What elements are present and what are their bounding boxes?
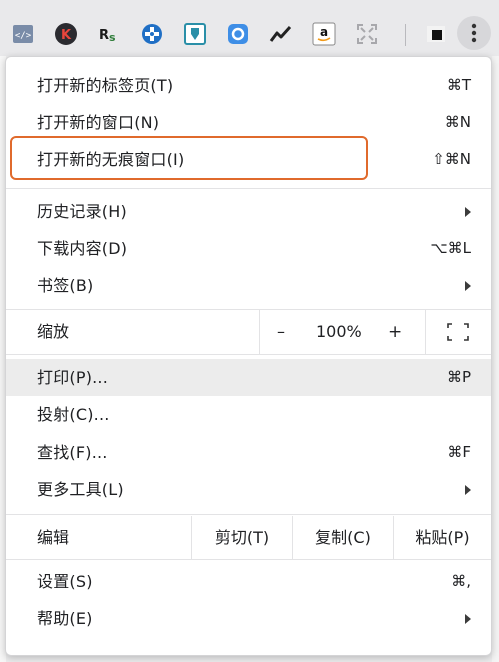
code-extension-icon[interactable]: </> bbox=[11, 22, 35, 46]
menu-item-shortcut: ⇧⌘N bbox=[432, 150, 471, 168]
menu-item-history[interactable]: 历史记录(H) bbox=[6, 193, 491, 230]
expand-extension-icon[interactable] bbox=[355, 22, 379, 46]
menu-item-label: 打印(P)... bbox=[37, 368, 108, 387]
menu-item-print[interactable]: 打印(P)... ⌘P bbox=[6, 359, 491, 396]
menu-item-label: 帮助(E) bbox=[37, 609, 93, 628]
menu-item-more-tools[interactable]: 更多工具(L) bbox=[6, 471, 491, 508]
menu-item-label: 下载内容(D) bbox=[37, 239, 128, 258]
submenu-arrow-icon bbox=[465, 281, 471, 291]
svg-text:K: K bbox=[61, 28, 72, 43]
menu-item-cast[interactable]: 投射(C)... bbox=[6, 396, 491, 433]
square-extension-icon[interactable] bbox=[425, 22, 449, 46]
menu-divider bbox=[6, 188, 491, 189]
menu-item-help[interactable]: 帮助(E) bbox=[6, 600, 491, 637]
amazon-extension-icon[interactable]: a bbox=[312, 22, 336, 46]
browser-window: </> K Rs a 打开新的标签页(T) ⌘T 打开新的窗口(N) ⌘N 打开… bbox=[0, 0, 499, 662]
extensions-toolbar: </> K Rs a bbox=[0, 0, 499, 56]
menu-item-new-tab[interactable]: 打开新的标签页(T) ⌘T bbox=[6, 67, 491, 104]
menu-item-bookmarks[interactable]: 书签(B) bbox=[6, 267, 491, 304]
menu-item-shortcut: ⌘, bbox=[451, 572, 471, 590]
cut-button[interactable]: 剪切(T) bbox=[191, 516, 292, 559]
rs-extension-icon[interactable]: Rs bbox=[97, 22, 121, 46]
menu-item-shortcut: ⌥⌘L bbox=[430, 239, 471, 257]
svg-text:</>: </> bbox=[15, 31, 32, 41]
menu-item-find[interactable]: 查找(F)... ⌘F bbox=[6, 434, 491, 471]
edit-label: 编辑 bbox=[37, 528, 70, 547]
menu-item-label: 打开新的标签页(T) bbox=[37, 76, 174, 95]
menu-divider bbox=[6, 354, 491, 355]
zoom-label: 缩放 bbox=[37, 322, 70, 341]
blue-cross-extension-icon[interactable] bbox=[140, 22, 164, 46]
menu-item-shortcut: ⌘F bbox=[447, 443, 471, 461]
page-background-right bbox=[492, 56, 499, 662]
zoom-out-button[interactable]: – bbox=[277, 310, 285, 354]
menu-item-downloads[interactable]: 下载内容(D) ⌥⌘L bbox=[6, 230, 491, 267]
annotation-highlight-box bbox=[10, 136, 368, 180]
menu-item-label: 历史记录(H) bbox=[37, 202, 127, 221]
edit-row: 编辑 剪切(T) 复制(C) 粘贴(P) bbox=[6, 516, 491, 559]
menu-item-label: 书签(B) bbox=[37, 276, 94, 295]
copy-button[interactable]: 复制(C) bbox=[292, 516, 393, 559]
fullscreen-icon bbox=[447, 323, 469, 341]
svg-text:a: a bbox=[320, 25, 328, 39]
menu-divider bbox=[6, 559, 491, 560]
submenu-arrow-icon bbox=[465, 485, 471, 495]
more-menu-icon[interactable] bbox=[457, 16, 491, 50]
submenu-arrow-icon bbox=[465, 614, 471, 624]
zoom-in-button[interactable]: + bbox=[388, 310, 402, 354]
menu-divider bbox=[6, 514, 491, 515]
menu-item-shortcut: ⌘N bbox=[444, 113, 471, 131]
zoom-row: 缩放 – 100% + bbox=[6, 310, 491, 354]
submenu-arrow-icon bbox=[465, 207, 471, 217]
trend-extension-icon[interactable] bbox=[269, 22, 293, 46]
k-extension-icon[interactable]: K bbox=[54, 22, 78, 46]
menu-item-label: 更多工具(L) bbox=[37, 480, 124, 499]
menu-item-settings[interactable]: 设置(S) ⌘, bbox=[6, 563, 491, 600]
menu-item-label: 投射(C)... bbox=[37, 405, 110, 424]
svg-text:R: R bbox=[99, 28, 109, 43]
zoom-controls: – 100% + bbox=[259, 310, 491, 354]
paste-button[interactable]: 粘贴(P) bbox=[393, 516, 491, 559]
menu-item-shortcut: ⌘P bbox=[446, 368, 471, 386]
menu-item-label: 设置(S) bbox=[37, 572, 93, 591]
blue-circle-extension-icon[interactable] bbox=[226, 22, 250, 46]
teal-badge-extension-icon[interactable] bbox=[183, 22, 207, 46]
menu-item-shortcut: ⌘T bbox=[446, 76, 471, 94]
fullscreen-button[interactable] bbox=[425, 310, 491, 354]
zoom-level: 100% bbox=[316, 322, 362, 341]
menu-item-label: 查找(F)... bbox=[37, 443, 108, 462]
toolbar-divider bbox=[405, 24, 406, 46]
svg-text:s: s bbox=[109, 31, 116, 44]
